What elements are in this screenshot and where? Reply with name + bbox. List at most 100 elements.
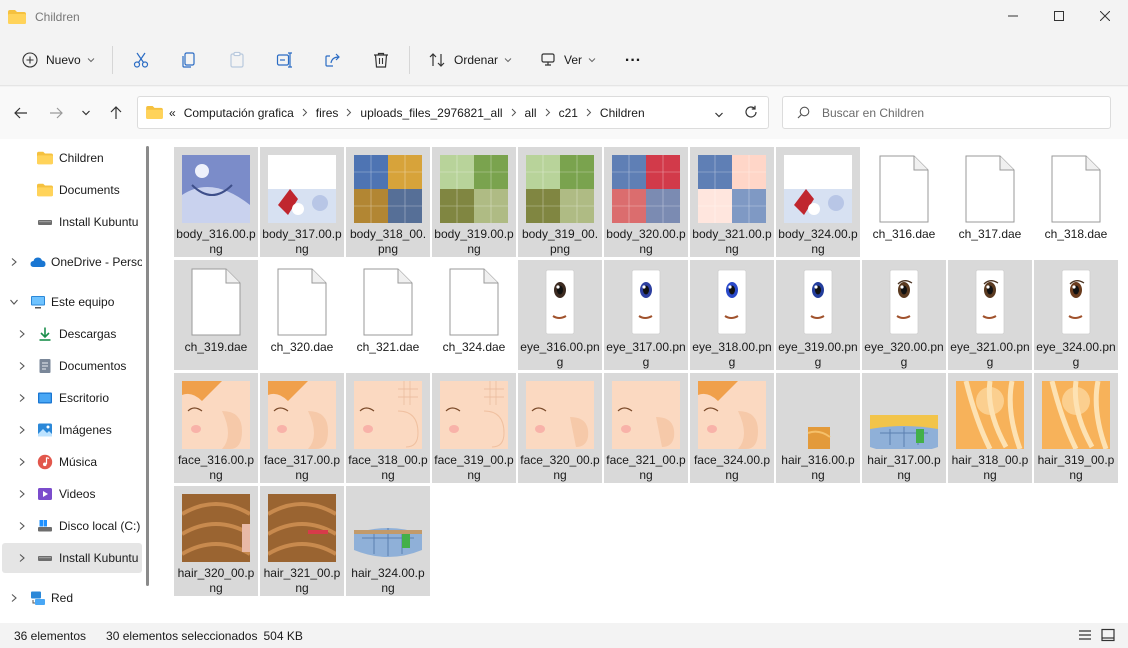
file-item[interactable]: eye_319.00.png — [776, 260, 860, 370]
file-item[interactable]: eye_320.00.png — [862, 260, 946, 370]
file-item[interactable]: body_320.00.png — [604, 147, 688, 257]
tiles-view-button[interactable] — [1101, 628, 1115, 645]
more-options-button[interactable]: ... — [618, 44, 648, 76]
file-item[interactable]: eye_324.00.png — [1034, 260, 1118, 370]
nav-item-escritorio[interactable]: Escritorio — [0, 383, 142, 413]
file-item[interactable]: face_319_00.png — [432, 373, 516, 483]
file-item[interactable]: hair_316.00.png — [776, 373, 860, 483]
file-item[interactable]: face_321_00.png — [604, 373, 688, 483]
texture-image-icon — [268, 155, 336, 223]
file-item[interactable]: face_317.00.png — [260, 373, 344, 483]
nav-item-descargas[interactable]: Descargas — [0, 319, 142, 349]
breadcrumb-overflow[interactable]: « — [169, 106, 176, 120]
search-box[interactable]: Buscar en Children — [782, 96, 1111, 129]
refresh-button[interactable] — [744, 105, 758, 122]
nav-item-install-kubuntu[interactable]: Install Kubuntu — [0, 207, 142, 237]
cut-button[interactable] — [126, 44, 156, 76]
nav-item-red[interactable]: Red — [0, 583, 142, 613]
view-button[interactable]: Ver — [532, 44, 604, 76]
breadcrumb-item[interactable]: Children — [600, 106, 645, 120]
maximize-button[interactable] — [1036, 0, 1082, 32]
file-item[interactable]: ch_319.dae — [174, 260, 258, 370]
navigation-pane: Children Documents Install Kubuntu OneDr… — [0, 139, 156, 623]
file-item[interactable]: face_324.00.png — [690, 373, 774, 483]
file-item[interactable]: body_324.00.png — [776, 147, 860, 257]
nav-item-este-equipo[interactable]: Este equipo — [0, 287, 142, 317]
eye-texture-icon — [612, 268, 680, 336]
nav-item-onedrive[interactable]: OneDrive - Perso — [0, 247, 142, 277]
file-item[interactable]: face_318_00.png — [346, 373, 430, 483]
address-history-button[interactable] — [714, 108, 724, 122]
nav-item-videos[interactable]: Videos — [0, 479, 142, 509]
close-button[interactable] — [1082, 0, 1128, 32]
more-label: ... — [624, 47, 642, 65]
share-icon — [325, 53, 340, 67]
breadcrumb-item[interactable]: uploads_files_2976821_all — [360, 106, 502, 120]
details-view-button[interactable] — [1078, 628, 1092, 645]
document-file-icon — [182, 268, 250, 336]
copy-button[interactable] — [174, 44, 204, 76]
forward-button[interactable] — [44, 101, 68, 125]
minimize-button[interactable] — [990, 0, 1036, 32]
file-item[interactable]: body_317.00.png — [260, 147, 344, 257]
nav-label: Install Kubuntu — [59, 551, 139, 565]
video-icon — [38, 488, 52, 500]
texture-image-icon — [526, 155, 594, 223]
file-item[interactable]: hair_321_00.png — [260, 486, 344, 596]
nav-scrollbar[interactable] — [146, 146, 149, 586]
file-item[interactable]: hair_320_00.png — [174, 486, 258, 596]
file-item[interactable]: body_318_00.png — [346, 147, 430, 257]
file-item[interactable]: face_320_00.png — [518, 373, 602, 483]
file-item[interactable]: ch_321.dae — [346, 260, 430, 370]
file-item[interactable]: hair_318_00.png — [948, 373, 1032, 483]
file-item[interactable]: ch_320.dae — [260, 260, 344, 370]
file-item[interactable]: ch_317.dae — [948, 147, 1032, 257]
file-item[interactable]: hair_324.00.png — [346, 486, 430, 596]
file-name: ch_320.dae — [270, 340, 334, 354]
breadcrumb-item[interactable]: c21 — [559, 106, 578, 120]
file-item[interactable]: eye_316.00.png — [518, 260, 602, 370]
back-button[interactable] — [9, 101, 33, 125]
file-item[interactable]: hair_319_00.png — [1034, 373, 1118, 483]
nav-item-imagenes[interactable]: Imágenes — [0, 415, 142, 445]
nav-item-documentos[interactable]: Documentos — [0, 351, 142, 381]
file-item[interactable]: body_316.00.png — [174, 147, 258, 257]
recent-locations-button[interactable] — [74, 101, 98, 125]
sort-button[interactable]: Ordenar — [420, 44, 520, 76]
document-file-icon — [956, 155, 1024, 223]
document-file-icon — [440, 268, 508, 336]
nav-item-documents[interactable]: Documents — [0, 175, 142, 205]
file-item[interactable]: eye_321.00.png — [948, 260, 1032, 370]
file-item[interactable]: face_316.00.png — [174, 373, 258, 483]
hair-texture-icon — [870, 381, 938, 449]
file-item[interactable]: hair_317.00.png — [862, 373, 946, 483]
nav-item-children[interactable]: Children — [0, 143, 142, 173]
paste-button[interactable] — [222, 44, 252, 76]
breadcrumb-item[interactable]: fires — [316, 106, 339, 120]
view-icon — [541, 52, 555, 66]
breadcrumb-item[interactable]: all — [525, 106, 537, 120]
nav-item-disco-local[interactable]: Disco local (C:) — [0, 511, 142, 541]
address-bar[interactable]: « Computación grafica fires uploads_file… — [137, 96, 769, 129]
command-bar: Nuevo Ordenar Ver ... — [0, 34, 1128, 86]
file-item[interactable]: ch_318.dae — [1034, 147, 1118, 257]
file-item[interactable]: ch_324.dae — [432, 260, 516, 370]
file-item[interactable]: body_321.00.png — [690, 147, 774, 257]
delete-button[interactable] — [366, 44, 396, 76]
tiles-view-icon — [1101, 628, 1115, 642]
up-button[interactable] — [104, 101, 128, 125]
image-icon — [38, 423, 52, 437]
rename-button[interactable] — [270, 44, 300, 76]
nav-item-install-kubuntu-drive[interactable]: Install Kubuntu — [2, 543, 142, 573]
new-button[interactable]: Nuevo — [14, 44, 104, 76]
file-item[interactable]: eye_318.00.png — [690, 260, 774, 370]
file-item[interactable]: ch_316.dae — [862, 147, 946, 257]
share-button[interactable] — [318, 44, 348, 76]
nav-item-musica[interactable]: Música — [0, 447, 142, 477]
breadcrumb-item[interactable]: Computación grafica — [184, 106, 294, 120]
file-item[interactable]: body_319.00.png — [432, 147, 516, 257]
file-item[interactable]: eye_317.00.png — [604, 260, 688, 370]
download-icon — [39, 327, 51, 341]
file-item[interactable]: body_319_00.png — [518, 147, 602, 257]
file-name: face_324.00.png — [693, 453, 771, 482]
